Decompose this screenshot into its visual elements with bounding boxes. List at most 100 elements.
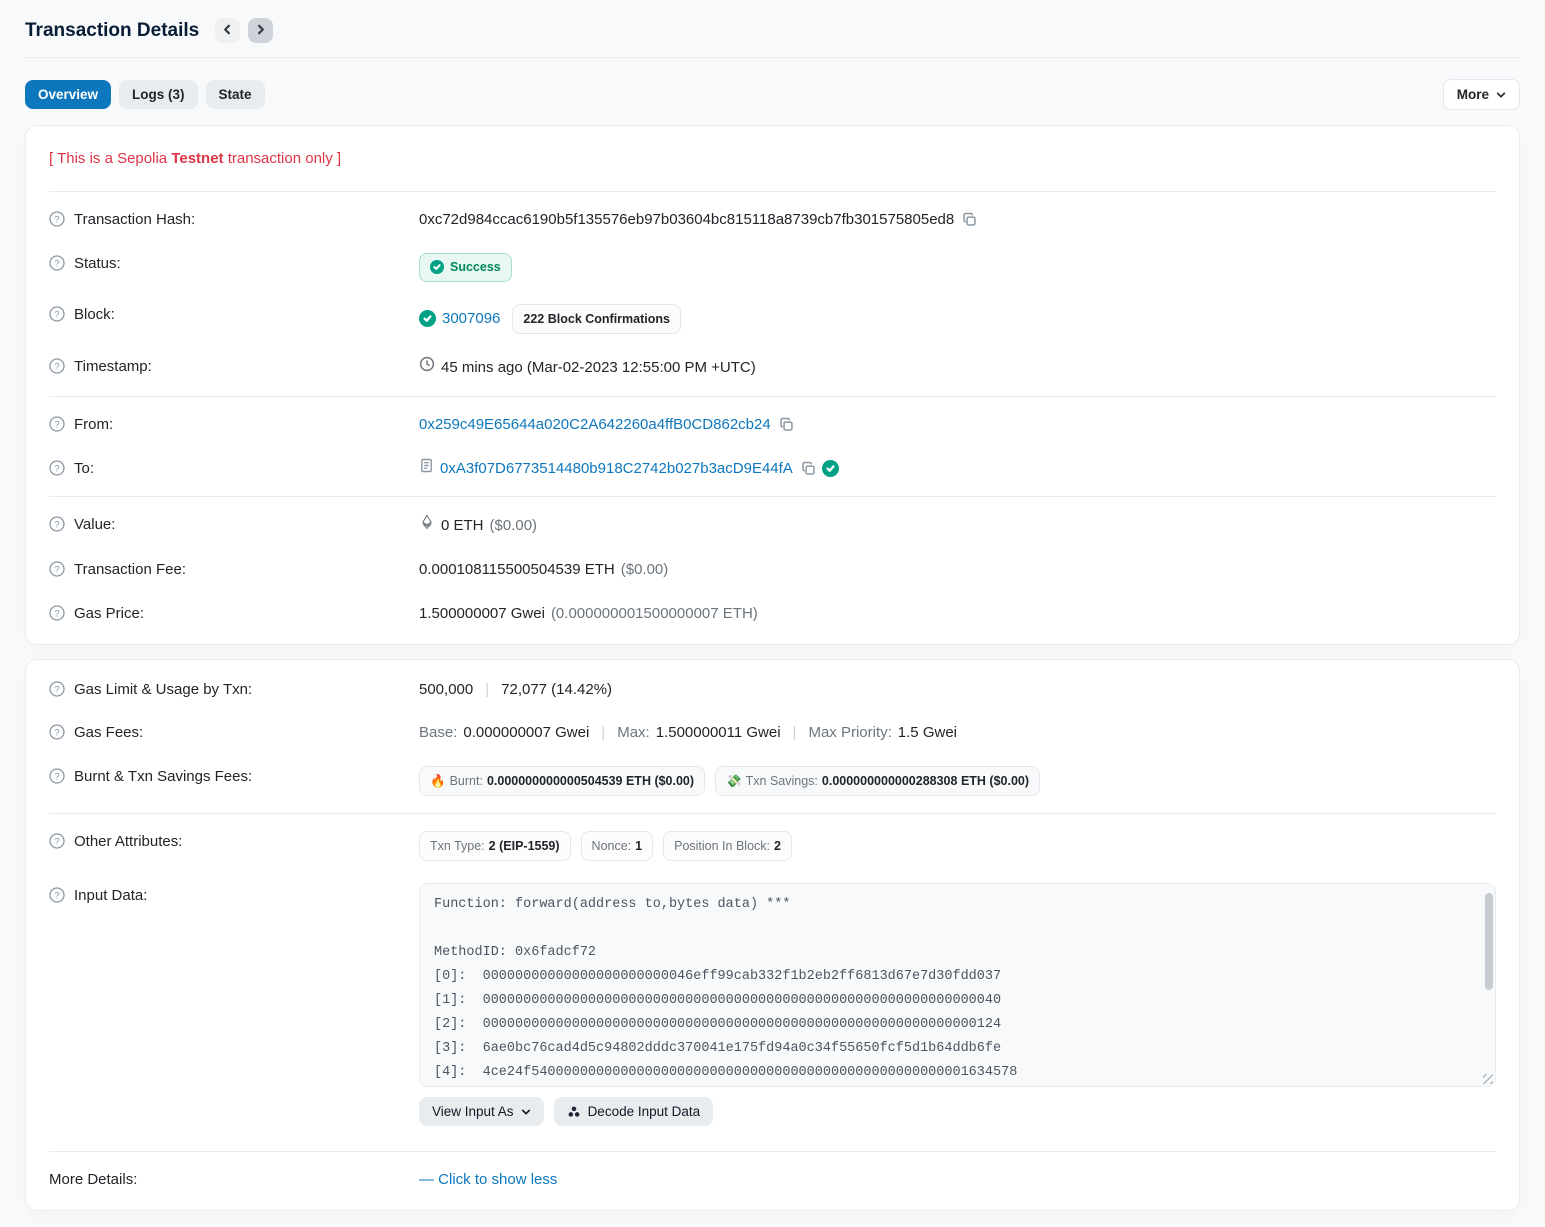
help-icon[interactable]: ? bbox=[49, 306, 65, 322]
position-in-block-label: Position In Block: bbox=[674, 837, 770, 855]
resize-grip[interactable] bbox=[1483, 1074, 1493, 1084]
scrollbar-thumb[interactable] bbox=[1485, 893, 1493, 990]
status-label: Status: bbox=[74, 253, 121, 275]
value-row: ? Value: 0 ETH ($0.00) bbox=[49, 503, 1496, 548]
block-row: ? Block: 3007096 222 Block Confirmations bbox=[49, 293, 1496, 345]
transaction-hash-value: 0xc72d984ccac6190b5f135576eb97b03604bc81… bbox=[419, 209, 954, 231]
more-dropdown-button[interactable]: More bbox=[1443, 79, 1520, 110]
max-fee-label: Max: bbox=[617, 722, 650, 744]
help-icon[interactable]: ? bbox=[49, 681, 65, 697]
gas-price-row: ? Gas Price: 1.500000007 Gwei (0.0000000… bbox=[49, 592, 1496, 636]
position-in-block-badge: Position In Block: 2 bbox=[663, 831, 792, 861]
svg-text:?: ? bbox=[54, 214, 59, 225]
transaction-fee-amount: 0.000108115500504539 ETH bbox=[419, 559, 615, 581]
tab-overview[interactable]: Overview bbox=[25, 80, 111, 109]
to-address-link[interactable]: 0xA3f07D6773514480b918C2742b027b3acD9E44… bbox=[440, 458, 793, 480]
ethereum-icon bbox=[419, 514, 435, 537]
timestamp-value: 45 mins ago (Mar-02-2023 12:55:00 PM +UT… bbox=[441, 357, 756, 379]
input-data-textarea[interactable]: Function: forward(address to,bytes data)… bbox=[419, 883, 1496, 1087]
svg-text:?: ? bbox=[54, 361, 59, 372]
nonce-value: 1 bbox=[635, 837, 642, 855]
divider bbox=[49, 496, 1496, 497]
fire-icon: 🔥 bbox=[430, 772, 446, 790]
view-input-as-label: View Input As bbox=[432, 1104, 514, 1119]
help-icon[interactable]: ? bbox=[49, 561, 65, 577]
separator: | bbox=[601, 722, 605, 744]
max-priority-fee-value: 1.5 Gwei bbox=[898, 722, 957, 744]
chevron-left-icon bbox=[222, 23, 233, 38]
input-data-content: Function: forward(address to,bytes data)… bbox=[434, 893, 1469, 1087]
gas-limit-label: Gas Limit & Usage by Txn: bbox=[74, 679, 252, 701]
svg-text:?: ? bbox=[54, 419, 59, 430]
tab-state[interactable]: State bbox=[206, 80, 265, 109]
timestamp-row: ? Timestamp: 45 mins ago (Mar-02-2023 12… bbox=[49, 345, 1496, 390]
help-icon[interactable]: ? bbox=[49, 833, 65, 849]
help-icon[interactable]: ? bbox=[49, 211, 65, 227]
gas-used-value: 72,077 (14.42%) bbox=[501, 679, 612, 701]
gas-price-label: Gas Price: bbox=[74, 603, 144, 625]
from-address-link[interactable]: 0x259c49E65644a020C2A642260a4ffB0CD862cb… bbox=[419, 414, 771, 436]
more-details-label: More Details: bbox=[49, 1169, 419, 1191]
help-icon[interactable]: ? bbox=[49, 255, 65, 271]
block-confirmations-badge: 222 Block Confirmations bbox=[512, 304, 681, 334]
base-fee-value: 0.000000007 Gwei bbox=[463, 722, 589, 744]
help-icon[interactable]: ? bbox=[49, 416, 65, 432]
page-header: Transaction Details bbox=[25, 0, 1520, 58]
copy-icon[interactable] bbox=[779, 417, 794, 432]
divider bbox=[49, 813, 1496, 814]
timestamp-label: Timestamp: bbox=[74, 356, 152, 378]
contract-icon bbox=[419, 458, 434, 480]
more-dropdown-label: More bbox=[1457, 87, 1489, 102]
details-card: ? Gas Limit & Usage by Txn: 500,000 | 72… bbox=[25, 659, 1520, 1212]
decode-icon bbox=[567, 1105, 581, 1119]
svg-text:?: ? bbox=[54, 836, 59, 847]
txn-savings-badge: 💸 Txn Savings: 0.000000000000288308 ETH … bbox=[715, 766, 1040, 796]
input-data-scrollbar[interactable] bbox=[1484, 886, 1493, 1084]
clock-icon bbox=[419, 356, 435, 379]
help-icon[interactable]: ? bbox=[49, 887, 65, 903]
chevron-right-icon bbox=[255, 23, 266, 38]
help-icon[interactable]: ? bbox=[49, 516, 65, 532]
from-row: ? From: 0x259c49E65644a020C2A642260a4ffB… bbox=[49, 403, 1496, 447]
tab-logs[interactable]: Logs (3) bbox=[119, 80, 198, 109]
help-icon[interactable]: ? bbox=[49, 724, 65, 740]
svg-text:?: ? bbox=[54, 564, 59, 575]
svg-text:?: ? bbox=[54, 608, 59, 619]
decode-input-data-label: Decode Input Data bbox=[588, 1104, 701, 1119]
more-details-row: More Details: — Click to show less bbox=[49, 1158, 1496, 1202]
svg-text:?: ? bbox=[54, 684, 59, 695]
copy-icon[interactable] bbox=[801, 461, 816, 476]
max-priority-fee-label: Max Priority: bbox=[808, 722, 891, 744]
next-transaction-button[interactable] bbox=[248, 18, 273, 43]
gas-fees-row: ? Gas Fees: Base: 0.000000007 Gwei | Max… bbox=[49, 711, 1496, 755]
tab-bar: Overview Logs (3) State More bbox=[25, 79, 1520, 110]
prev-transaction-button[interactable] bbox=[215, 18, 240, 43]
txn-type-badge: Txn Type: 2 (EIP-1559) bbox=[419, 831, 571, 861]
transaction-fee-label: Transaction Fee: bbox=[74, 559, 186, 581]
nonce-badge: Nonce: 1 bbox=[581, 831, 654, 861]
decode-input-data-button[interactable]: Decode Input Data bbox=[554, 1097, 714, 1126]
status-row: ? Status: Success bbox=[49, 242, 1496, 293]
help-icon[interactable]: ? bbox=[49, 460, 65, 476]
gas-fees-label: Gas Fees: bbox=[74, 722, 143, 744]
money-wings-icon: 💸 bbox=[726, 772, 742, 790]
value-amount: 0 ETH bbox=[441, 515, 484, 537]
txn-savings-badge-label: Txn Savings: bbox=[746, 772, 818, 790]
txn-type-value: 2 (EIP-1559) bbox=[489, 837, 560, 855]
overview-card: [ This is a Sepolia Testnet transaction … bbox=[25, 125, 1520, 645]
block-label: Block: bbox=[74, 304, 115, 326]
view-input-as-button[interactable]: View Input As bbox=[419, 1097, 544, 1126]
copy-icon[interactable] bbox=[962, 212, 977, 227]
block-number-link[interactable]: 3007096 bbox=[442, 308, 500, 330]
svg-text:?: ? bbox=[54, 728, 59, 739]
nonce-label: Nonce: bbox=[592, 837, 632, 855]
burnt-badge: 🔥 Burnt: 0.000000000000504539 ETH ($0.00… bbox=[419, 766, 705, 796]
transaction-fee-row: ? Transaction Fee: 0.000108115500504539 … bbox=[49, 548, 1496, 592]
gas-limit-row: ? Gas Limit & Usage by Txn: 500,000 | 72… bbox=[49, 668, 1496, 712]
help-icon[interactable]: ? bbox=[49, 605, 65, 621]
txn-type-label: Txn Type: bbox=[430, 837, 485, 855]
status-badge: Success bbox=[419, 253, 512, 282]
help-icon[interactable]: ? bbox=[49, 358, 65, 374]
show-less-toggle[interactable]: — Click to show less bbox=[419, 1169, 557, 1191]
help-icon[interactable]: ? bbox=[49, 768, 65, 784]
